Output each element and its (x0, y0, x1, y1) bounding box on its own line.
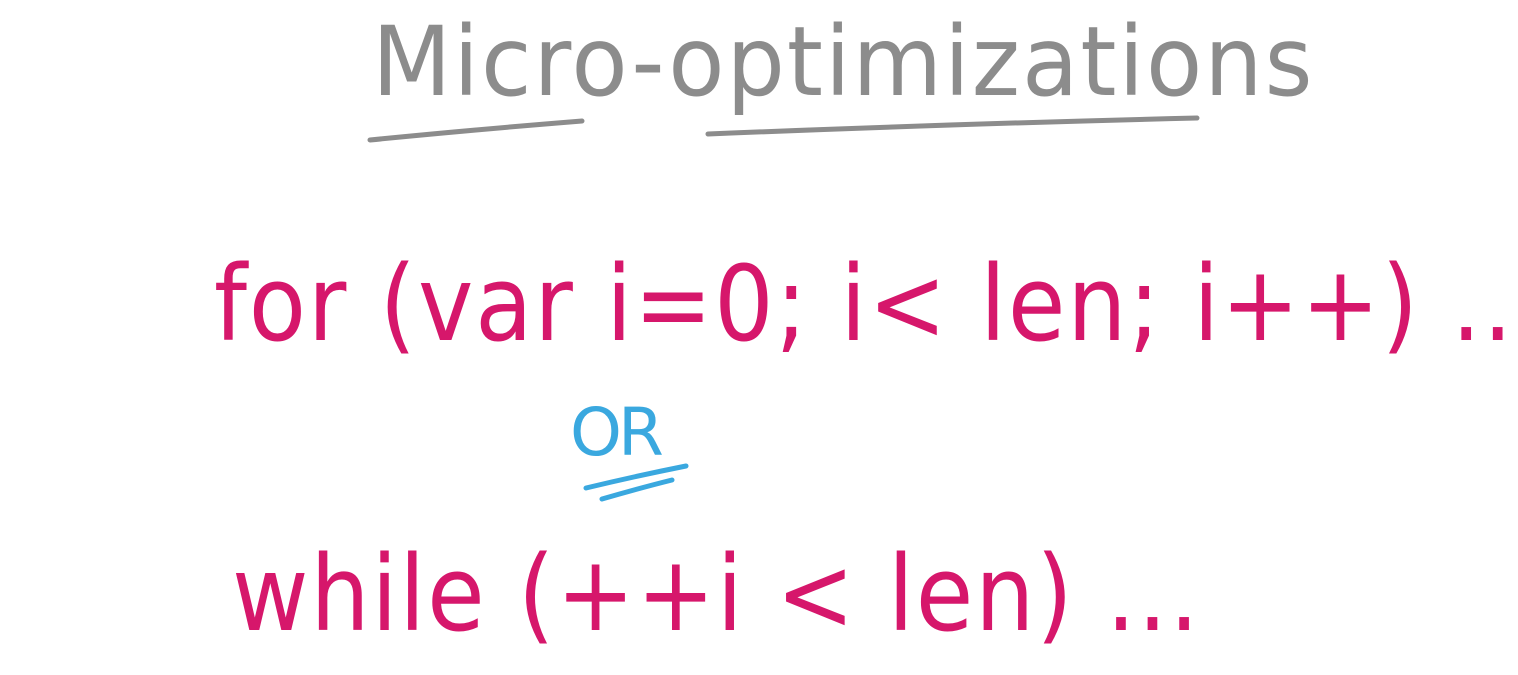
title-underline-right (705, 115, 1200, 137)
or-underline-bottom (599, 477, 675, 502)
page-title: Micro-optimizations (372, 5, 1315, 118)
title-underline-left (367, 118, 585, 143)
while-loop-code: while (++i < len) ... (232, 533, 1201, 655)
or-separator: OR (570, 394, 664, 471)
for-loop-code: for (var i=0; i< len; i++) ... (214, 243, 1518, 365)
whiteboard: Micro-optimizations for (var i=0; i< len… (0, 0, 1518, 675)
